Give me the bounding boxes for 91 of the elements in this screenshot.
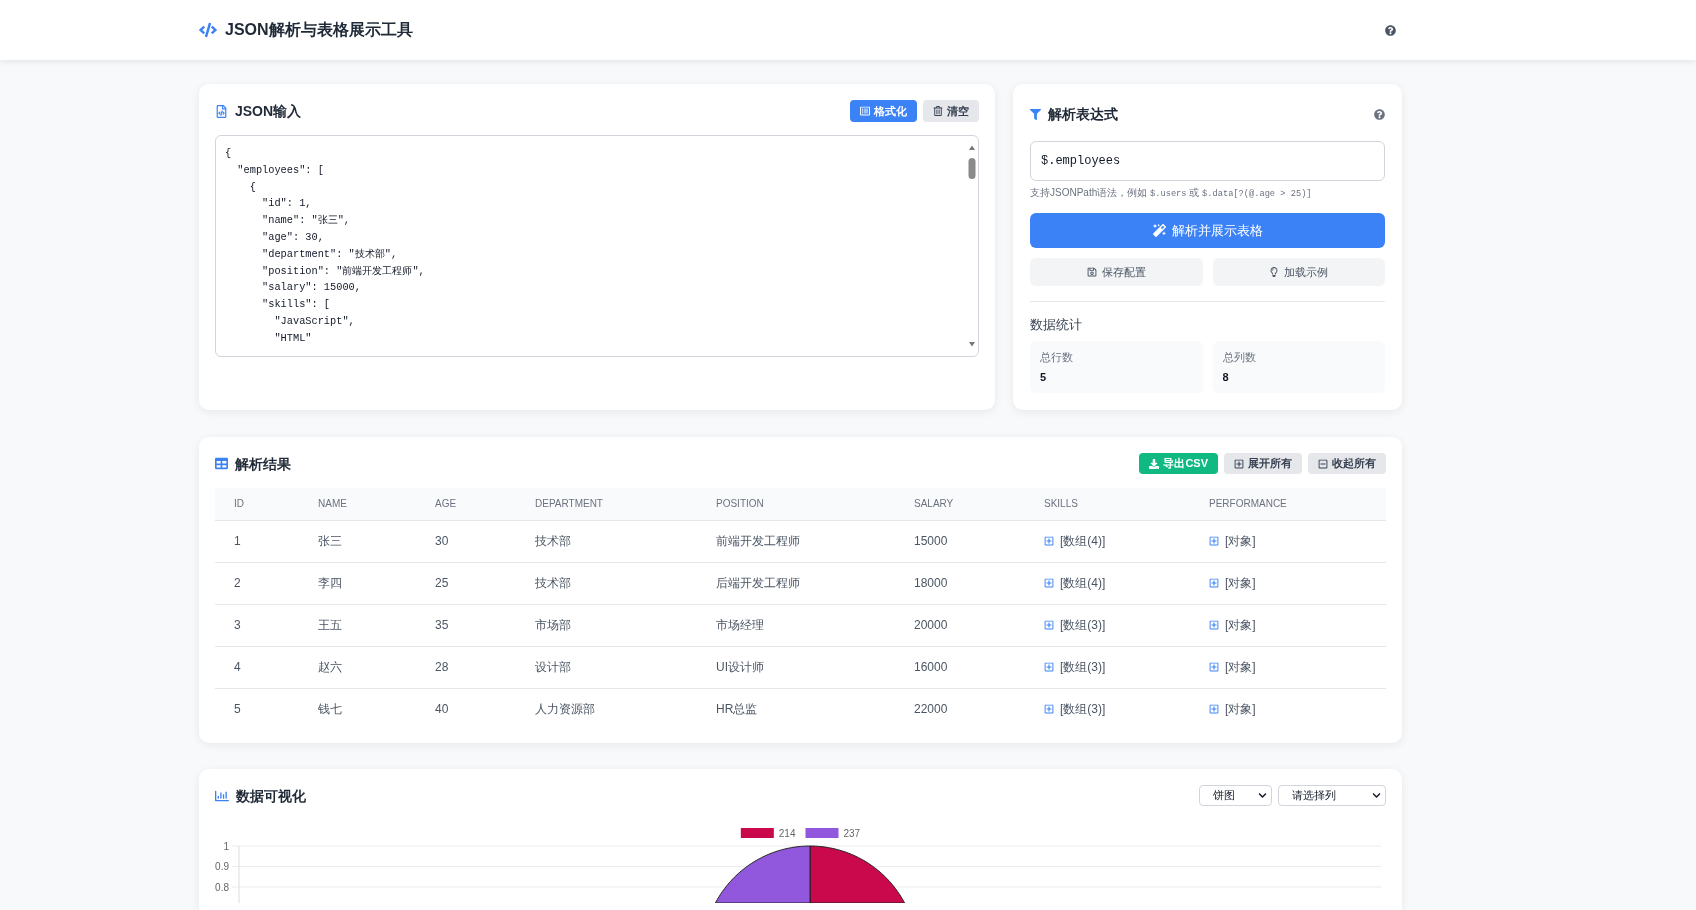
expand-toggle[interactable]: [数组(3)] — [1044, 658, 1106, 676]
table-cell: 张三 — [299, 520, 416, 562]
table-cell: 设计部 — [516, 646, 697, 688]
table-cell: 25 — [416, 562, 516, 604]
axis-tick-label: 0.8 — [215, 881, 229, 893]
app-title: JSON解析与表格展示工具 — [225, 20, 413, 40]
column-header: DEPARTMENT — [516, 488, 697, 520]
expand-toggle[interactable]: [对象] — [1209, 616, 1256, 634]
section-title: JSON输入 — [235, 102, 302, 121]
axis-tick-label: 1 — [223, 840, 229, 852]
list-icon — [860, 106, 870, 116]
table-cell: 22000 — [895, 688, 1025, 730]
table-cell: 2 — [215, 562, 299, 604]
table-cell: 30 — [416, 520, 516, 562]
table-cell: UI设计师 — [697, 646, 895, 688]
table-cell: 赵六 — [299, 646, 416, 688]
expand-all-button[interactable]: 展开所有 — [1224, 453, 1302, 474]
table-cell: 后端开发工程师 — [697, 562, 895, 604]
section-title: 数据可视化 — [236, 786, 306, 806]
chevron-down-icon — [1372, 791, 1381, 800]
section-title: 解析表达式 — [1048, 105, 1118, 124]
code-icon — [199, 21, 217, 39]
table-cell: 李四 — [299, 562, 416, 604]
stats-title: 数据统计 — [1030, 317, 1083, 333]
help-icon — [1385, 24, 1396, 36]
bar-chart-icon — [215, 788, 229, 803]
help-icon — [1374, 108, 1385, 120]
legend-label: 214 — [778, 827, 796, 839]
dropdown-select[interactable]: 饼图 — [1199, 785, 1272, 806]
column-header: PERFORMANCE — [1190, 488, 1386, 520]
help-button[interactable] — [1385, 24, 1396, 36]
axis-tick-label: 0.9 — [215, 861, 229, 872]
column-header: SALARY — [895, 488, 1025, 520]
help-button[interactable] — [1374, 108, 1385, 120]
stat-label: 总行数 — [1040, 351, 1074, 363]
table-cell: 18000 — [895, 562, 1025, 604]
table-cell: 16000 — [895, 646, 1025, 688]
column-header: POSITION — [697, 488, 895, 520]
json-input-field[interactable]: { "employees": [ { "id": 1, "name": "张三", "age": 30, "department": "技术部", "position": "前端开发工程师", "salary": 15000, "skills": [ "JavaScript", "HTML" — [215, 135, 979, 357]
expand-toggle[interactable]: [对象] — [1209, 658, 1256, 676]
format-button[interactable]: 格式化 — [850, 100, 917, 122]
column-header: AGE — [416, 488, 516, 520]
trash-icon — [933, 106, 943, 116]
column-header: NAME — [299, 488, 416, 520]
column-header: ID — [215, 488, 299, 520]
expand-toggle[interactable]: [数组(3)] — [1044, 616, 1106, 634]
collapse-all-button[interactable]: 收起所有 — [1308, 453, 1386, 474]
table-cell: 3 — [215, 604, 299, 646]
stat-label: 总列数 — [1222, 351, 1257, 363]
column-header: SKILLS — [1025, 488, 1190, 520]
stat-value: 8 — [1222, 371, 1230, 383]
magic-wand-icon — [1152, 224, 1166, 237]
clear-button[interactable]: 清空 — [923, 100, 979, 122]
stat-value: 5 — [1040, 371, 1048, 383]
table-cell: 20000 — [895, 604, 1025, 646]
table-cell: HR总监 — [697, 688, 895, 730]
table-cell: 35 — [416, 604, 516, 646]
table-cell: 市场经理 — [697, 604, 895, 646]
table-cell: 技术部 — [516, 520, 697, 562]
parse-button[interactable]: 解析并展示表格 — [1030, 213, 1385, 248]
file-code-icon — [215, 104, 228, 118]
table-cell: 人力资源部 — [516, 688, 697, 730]
dropdown-select[interactable]: 请选择列 — [1278, 785, 1386, 806]
table-cell: 技术部 — [516, 562, 697, 604]
table-icon — [215, 457, 228, 470]
table-cell: 5 — [215, 688, 299, 730]
legend-label: 237 — [843, 827, 861, 839]
table-cell: 钱七 — [299, 688, 416, 730]
table-cell: 前端开发工程师 — [697, 520, 895, 562]
expand-toggle[interactable]: [对象] — [1209, 532, 1256, 550]
download-icon — [1149, 458, 1160, 469]
table-cell: 40 — [416, 688, 516, 730]
expand-toggle[interactable]: [对象] — [1209, 574, 1256, 592]
chevron-down-icon — [1258, 791, 1267, 800]
hint-text: 支持JSONPath语法，例如 $.users 或 $.data[?(@.age > 25)] — [1030, 187, 1313, 199]
expand-toggle[interactable]: [数组(4)] — [1044, 532, 1106, 550]
table-cell: 28 — [416, 646, 516, 688]
table-cell: 市场部 — [516, 604, 697, 646]
save-config-button[interactable]: 保存配置 — [1030, 258, 1203, 286]
filter-icon — [1030, 108, 1041, 120]
expand-toggle[interactable]: [数组(3)] — [1044, 700, 1106, 718]
load-example-button[interactable]: 加载示例 — [1212, 258, 1385, 286]
expression-input[interactable]: $.employees — [1030, 141, 1385, 181]
lightbulb-icon — [1269, 267, 1280, 277]
table-cell: 1 — [215, 520, 299, 562]
table-cell: 15000 — [895, 520, 1025, 562]
table-cell: 王五 — [299, 604, 416, 646]
section-title: 解析结果 — [235, 454, 291, 474]
expand-toggle[interactable]: [对象] — [1209, 700, 1256, 718]
expand-toggle[interactable]: [数组(4)] — [1044, 574, 1106, 592]
table-cell: 4 — [215, 646, 299, 688]
